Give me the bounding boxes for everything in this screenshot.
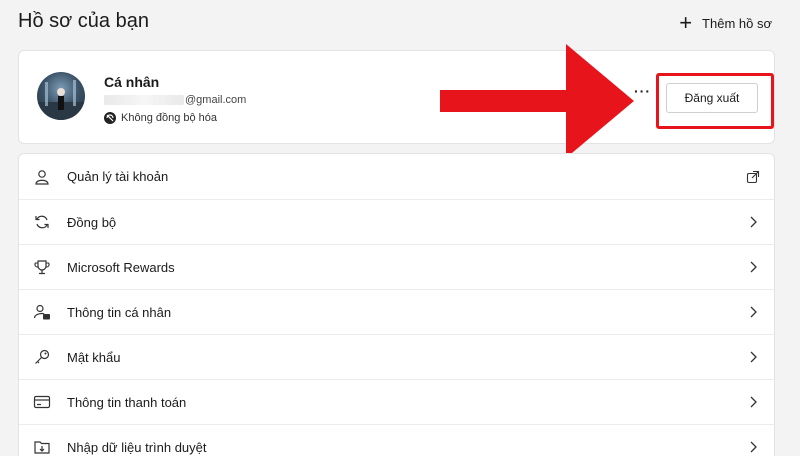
key-icon	[35, 349, 50, 364]
profile-email: @gmail.com	[104, 94, 246, 106]
signout-button[interactable]: Đăng xuất	[666, 83, 758, 113]
red-arrow-icon	[440, 44, 634, 158]
menu-item-label: Đồng bộ	[67, 214, 117, 230]
menu-item-label: Microsoft Rewards	[67, 259, 175, 275]
add-profile-label: Thêm hồ sơ	[702, 15, 772, 31]
menu-item-label: Thông tin thanh toán	[67, 394, 187, 410]
menu-item-label: Quản lý tài khoản	[67, 169, 169, 184]
menu-item-passwords[interactable]: Mật khẩu	[19, 334, 774, 379]
sync-status-label: Không đồng bộ hóa	[121, 112, 218, 124]
menu-item-microsoft-rewards[interactable]: Microsoft Rewards	[19, 244, 774, 289]
credit-card-icon	[33, 395, 51, 409]
menu-item-import-browser-data[interactable]: Nhập dữ liệu trình duyệt	[19, 424, 774, 456]
menu-item-manage-account[interactable]: Quản lý tài khoản	[19, 154, 774, 199]
chevron-right-icon	[750, 351, 757, 363]
redacted-email-mask	[104, 95, 184, 105]
menu-item-label: Nhập dữ liệu trình duyệt	[67, 439, 207, 455]
add-profile-button[interactable]: + Thêm hồ sơ	[679, 12, 772, 34]
menu-item-label: Mật khẩu	[67, 349, 121, 365]
menu-item-personal-info[interactable]: Thông tin cá nhân	[19, 289, 774, 334]
chevron-right-icon	[750, 306, 757, 318]
menu-item-label: Thông tin cá nhân	[67, 304, 172, 320]
plus-icon: +	[679, 10, 693, 35]
menu-item-sync[interactable]: Đồng bộ	[19, 199, 774, 244]
page-title: Hồ sơ của bạn	[18, 10, 149, 32]
sync-off-icon	[104, 112, 116, 124]
sync-status: Không đồng bộ hóa	[104, 112, 217, 124]
chevron-right-icon	[750, 396, 757, 408]
chevron-right-icon	[750, 216, 757, 228]
chevron-right-icon	[750, 441, 757, 453]
external-link-icon	[746, 170, 760, 183]
person-icon	[35, 169, 49, 185]
menu-item-payment-info[interactable]: Thông tin thanh toán	[19, 379, 774, 424]
chevron-right-icon	[750, 261, 757, 273]
person-card-icon	[33, 304, 50, 320]
trophy-icon	[34, 260, 50, 275]
settings-menu: Quản lý tài khoản Đồng bộ Microsoft Rewa…	[18, 153, 775, 456]
profile-card: Cá nhân @gmail.com Không đồng bộ hóa ···…	[18, 50, 775, 144]
import-icon	[34, 441, 50, 454]
avatar[interactable]	[37, 72, 85, 120]
email-suffix: @gmail.com	[185, 94, 247, 106]
sync-icon	[35, 215, 49, 229]
avatar-photo	[37, 80, 85, 120]
profile-name: Cá nhân	[104, 74, 160, 90]
